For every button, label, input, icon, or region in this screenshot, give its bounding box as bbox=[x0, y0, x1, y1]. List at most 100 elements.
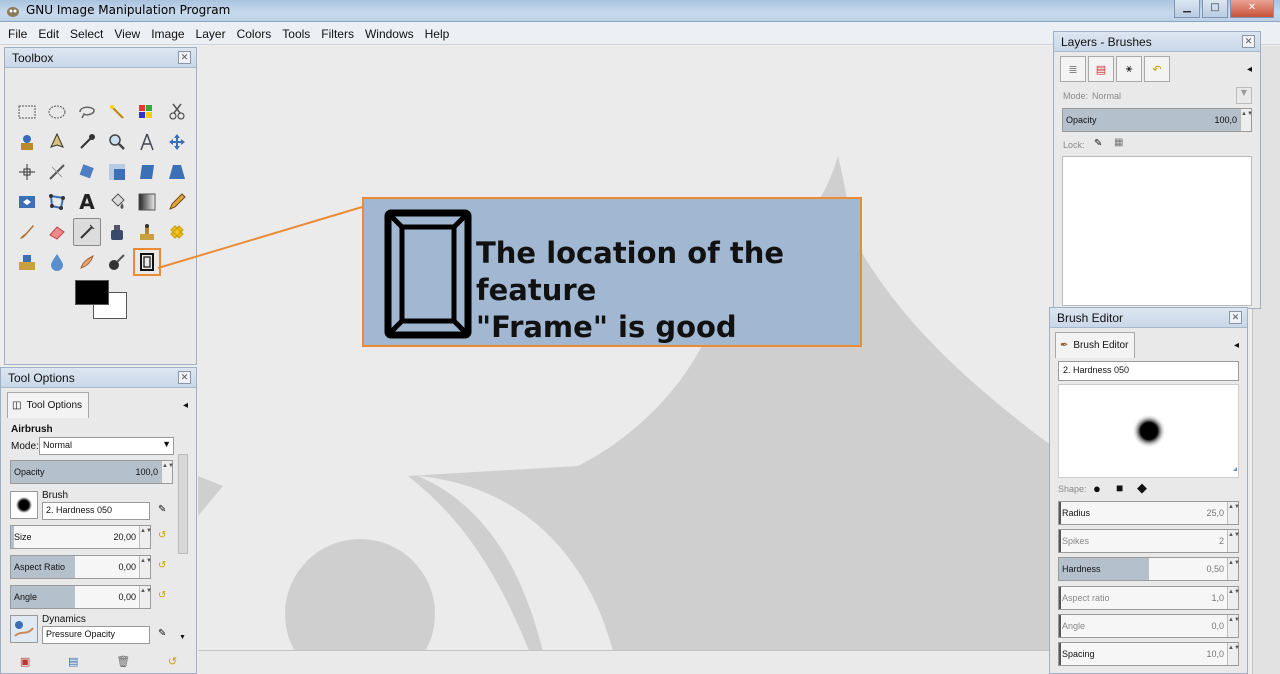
pencil-tool[interactable] bbox=[163, 188, 191, 216]
paintbrush-tool[interactable] bbox=[13, 218, 41, 246]
perspective-clone-tool[interactable] bbox=[13, 248, 41, 276]
blur-sharpen-tool[interactable] bbox=[43, 248, 71, 276]
perspective-tool[interactable] bbox=[163, 158, 191, 186]
scissors-select-tool[interactable] bbox=[163, 98, 191, 126]
shape-circle-icon[interactable]: ● bbox=[1093, 481, 1101, 496]
menu-image[interactable]: Image bbox=[151, 27, 184, 41]
aspect-ratio-slider[interactable]: Aspect Ratio 0,00 ▲▼ bbox=[10, 555, 152, 579]
select-by-color-tool[interactable] bbox=[133, 98, 161, 126]
airbrush-tool[interactable] bbox=[73, 218, 101, 246]
brush-param-spikes-slider[interactable]: Spikes 2 ▲▼ bbox=[1058, 529, 1240, 554]
edit-brush-icon[interactable]: ✎ bbox=[158, 504, 166, 515]
brush-param-spinner[interactable]: ▲▼ bbox=[1227, 614, 1240, 637]
crop-tool[interactable] bbox=[43, 158, 71, 186]
brush-param-spinner[interactable]: ▲▼ bbox=[1227, 643, 1240, 665]
brush-preview-button[interactable] bbox=[10, 491, 38, 519]
brush-param-spinner[interactable]: ▲▼ bbox=[1227, 502, 1240, 524]
tab-brush-editor[interactable]: ✒ Brush Editor bbox=[1055, 332, 1136, 358]
brush-param-spacing-slider[interactable]: Spacing 10,0 ▲▼ bbox=[1058, 642, 1240, 666]
lock-alpha-icon[interactable]: ▦ bbox=[1114, 137, 1123, 148]
scrollbar[interactable] bbox=[178, 454, 188, 554]
bucket-fill-tool[interactable] bbox=[103, 188, 131, 216]
opacity-slider[interactable]: Opacity 100,0 ▲▼ bbox=[10, 460, 174, 484]
reset-aspect-icon[interactable]: ↺ bbox=[158, 560, 166, 571]
measure-tool[interactable] bbox=[133, 128, 161, 156]
menu-view[interactable]: View bbox=[114, 27, 140, 41]
mode-dropdown[interactable]: Normal ▼ bbox=[39, 437, 174, 455]
lock-pixels-icon[interactable]: ✎ bbox=[1094, 138, 1102, 149]
ellipse-select-tool[interactable] bbox=[43, 98, 71, 126]
edit-dynamics-icon[interactable]: ✎ bbox=[158, 628, 166, 639]
angle-slider[interactable]: Angle 0,00 ▲▼ bbox=[10, 585, 152, 609]
rotate-tool[interactable] bbox=[73, 158, 101, 186]
zoom-tool[interactable] bbox=[103, 128, 131, 156]
fuzzy-select-tool[interactable] bbox=[103, 98, 131, 126]
close-icon[interactable]: ✕ bbox=[1242, 35, 1255, 48]
aspect-ratio-spinner[interactable]: ▲▼ bbox=[139, 556, 152, 578]
tab-undo-history[interactable]: ↶ bbox=[1144, 56, 1170, 82]
brush-param-hardness-slider[interactable]: Hardness 0,50 ▲▼ bbox=[1058, 557, 1240, 582]
size-slider[interactable]: Size 20,00 ▲▼ bbox=[10, 525, 152, 549]
menu-colors[interactable]: Colors bbox=[237, 27, 272, 41]
tab-layers[interactable]: ≣ bbox=[1060, 56, 1086, 82]
shape-diamond-icon[interactable]: ◆ bbox=[1137, 480, 1147, 496]
menu-layer[interactable]: Layer bbox=[196, 27, 226, 41]
brush-param-aspect-ratio-slider[interactable]: Aspect ratio 1,0 ▲▼ bbox=[1058, 585, 1240, 610]
blend-tool[interactable] bbox=[133, 188, 161, 216]
brush-param-radius-slider[interactable]: Radius 25,0 ▲▼ bbox=[1058, 501, 1240, 525]
layers-mode-dropdown[interactable]: ▼ bbox=[1236, 87, 1252, 104]
ink-tool[interactable] bbox=[103, 218, 131, 246]
menu-edit[interactable]: Edit bbox=[38, 27, 59, 41]
menu-filters[interactable]: Filters bbox=[321, 27, 354, 41]
close-window-button[interactable]: ✕ bbox=[1230, 0, 1274, 18]
minimize-button[interactable]: ▁ bbox=[1174, 0, 1200, 18]
foreground-select-tool[interactable] bbox=[13, 128, 41, 156]
tab-paths[interactable]: ⚹ bbox=[1116, 56, 1142, 82]
fg-bg-color-swatches[interactable] bbox=[75, 280, 131, 322]
reset-angle-icon[interactable]: ↺ bbox=[158, 590, 166, 601]
tab-menu-icon[interactable]: ◂ bbox=[1234, 340, 1239, 351]
clone-tool[interactable] bbox=[133, 218, 161, 246]
close-icon[interactable]: ✕ bbox=[1229, 311, 1242, 324]
menu-windows[interactable]: Windows bbox=[365, 27, 414, 41]
close-icon[interactable]: ✕ bbox=[178, 51, 191, 64]
dynamics-field[interactable]: Pressure Opacity bbox=[42, 626, 150, 644]
foreground-color-swatch[interactable] bbox=[75, 280, 109, 305]
tab-tool-options[interactable]: ◫ Tool Options bbox=[7, 392, 90, 418]
restore-options-icon[interactable]: ▤ bbox=[68, 655, 78, 668]
menu-select[interactable]: Select bbox=[70, 27, 103, 41]
frame-tool[interactable] bbox=[133, 248, 161, 276]
free-select-tool[interactable] bbox=[73, 98, 101, 126]
text-tool[interactable]: A bbox=[73, 188, 101, 216]
layers-opacity-spinner[interactable]: ▲▼ bbox=[1240, 109, 1253, 131]
move-tool[interactable] bbox=[163, 128, 191, 156]
layers-list[interactable] bbox=[1062, 156, 1252, 306]
reset-size-icon[interactable]: ↺ bbox=[158, 530, 166, 541]
image-canvas[interactable] bbox=[198, 46, 1052, 674]
size-spinner[interactable]: ▲▼ bbox=[139, 526, 152, 548]
dodge-burn-tool[interactable] bbox=[103, 248, 131, 276]
save-options-icon[interactable]: ▣ bbox=[20, 655, 30, 668]
tab-menu-icon[interactable]: ◂ bbox=[183, 400, 188, 411]
brush-name-input[interactable]: 2. Hardness 050 bbox=[1058, 361, 1239, 381]
brush-param-spinner[interactable]: ▲▼ bbox=[1227, 558, 1240, 581]
tab-menu-icon[interactable]: ◂ bbox=[1247, 64, 1252, 75]
eraser-tool[interactable] bbox=[43, 218, 71, 246]
shear-tool[interactable] bbox=[133, 158, 161, 186]
paths-tool[interactable] bbox=[43, 128, 71, 156]
menu-help[interactable]: Help bbox=[425, 27, 450, 41]
close-icon[interactable]: ✕ bbox=[178, 371, 191, 384]
color-picker-tool[interactable] bbox=[73, 128, 101, 156]
opacity-spinner[interactable]: ▲▼ bbox=[161, 461, 174, 483]
flip-tool[interactable] bbox=[13, 188, 41, 216]
menu-file[interactable]: File bbox=[8, 27, 27, 41]
menu-tools[interactable]: Tools bbox=[282, 27, 310, 41]
tab-channels[interactable]: ▤ bbox=[1088, 56, 1114, 82]
reset-options-icon[interactable]: ↺ bbox=[168, 655, 177, 668]
shape-square-icon[interactable]: ■ bbox=[1116, 481, 1123, 495]
layers-opacity-slider[interactable]: Opacity 100,0 ▲▼ bbox=[1062, 108, 1253, 132]
delete-options-icon[interactable]: 🗑 bbox=[116, 655, 130, 668]
brush-name-field[interactable]: 2. Hardness 050 bbox=[42, 502, 150, 520]
cage-transform-tool[interactable] bbox=[43, 188, 71, 216]
brush-param-angle-slider[interactable]: Angle 0,0 ▲▼ bbox=[1058, 613, 1240, 638]
